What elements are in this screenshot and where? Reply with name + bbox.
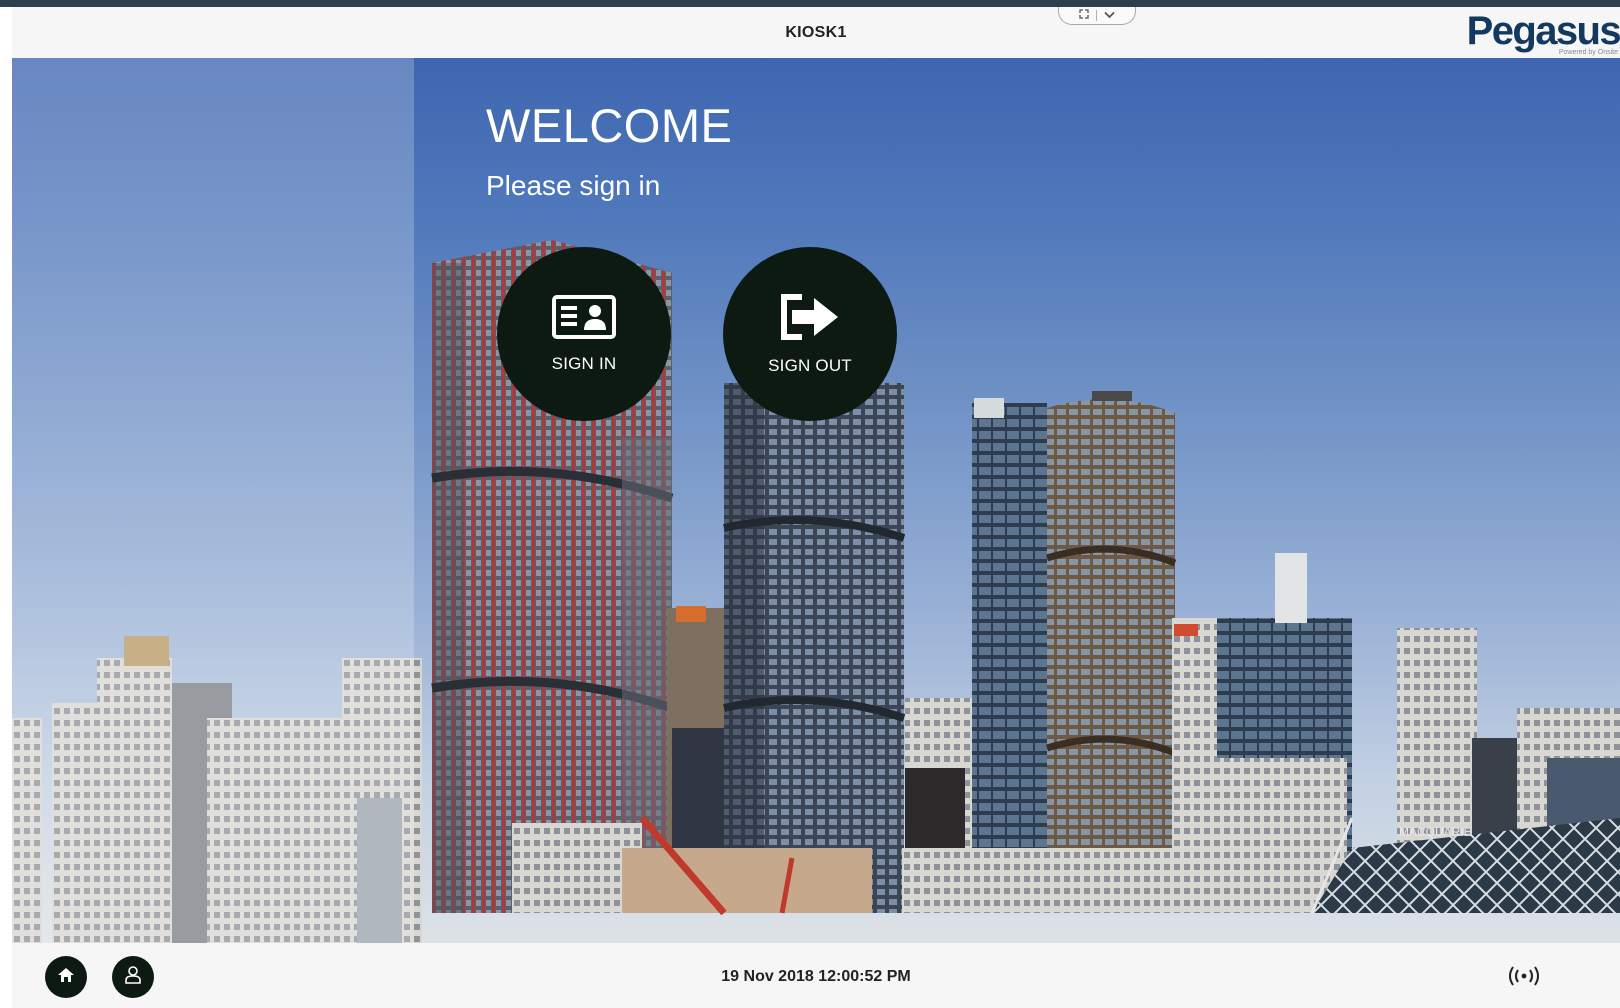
top-strip <box>0 0 1620 7</box>
fullscreen-icon[interactable] <box>1079 9 1089 22</box>
welcome-title: WELCOME <box>486 99 733 152</box>
city-skyline-background: MACQUARIE <box>12 58 1620 943</box>
tab-divider <box>1096 10 1097 21</box>
kiosk-screen: KIOSK1 Pegasus Powered by Onsite MACQUAR… <box>0 0 1620 1008</box>
brand-name: Pegasus <box>1466 9 1620 53</box>
window-control-tab[interactable] <box>1058 7 1136 25</box>
pegasus-logo: Pegasus Powered by Onsite <box>1467 11 1620 56</box>
left-overlay-panel <box>12 58 414 943</box>
nfc-signal-icon <box>1504 963 1544 989</box>
sign-in-label: SIGN IN <box>551 353 617 373</box>
footer-bar: 19 Nov 2018 12:00:52 PM <box>12 943 1620 1008</box>
chevron-down-icon[interactable] <box>1104 10 1115 22</box>
kiosk-name: KIOSK1 <box>785 24 847 41</box>
sign-out-button[interactable]: SIGN OUT <box>723 247 897 421</box>
exit-arrow-icon <box>778 293 842 346</box>
id-card-icon <box>552 294 616 344</box>
sign-in-button[interactable]: SIGN IN <box>497 247 671 421</box>
sign-out-label: SIGN OUT <box>768 355 852 375</box>
current-datetime: 19 Nov 2018 12:00:52 PM <box>721 968 911 985</box>
welcome-subtitle: Please sign in <box>486 170 661 201</box>
header-bar: KIOSK1 Pegasus Powered by Onsite <box>12 7 1620 58</box>
svg-text:MACQUARIE: MACQUARIE <box>1399 825 1472 839</box>
